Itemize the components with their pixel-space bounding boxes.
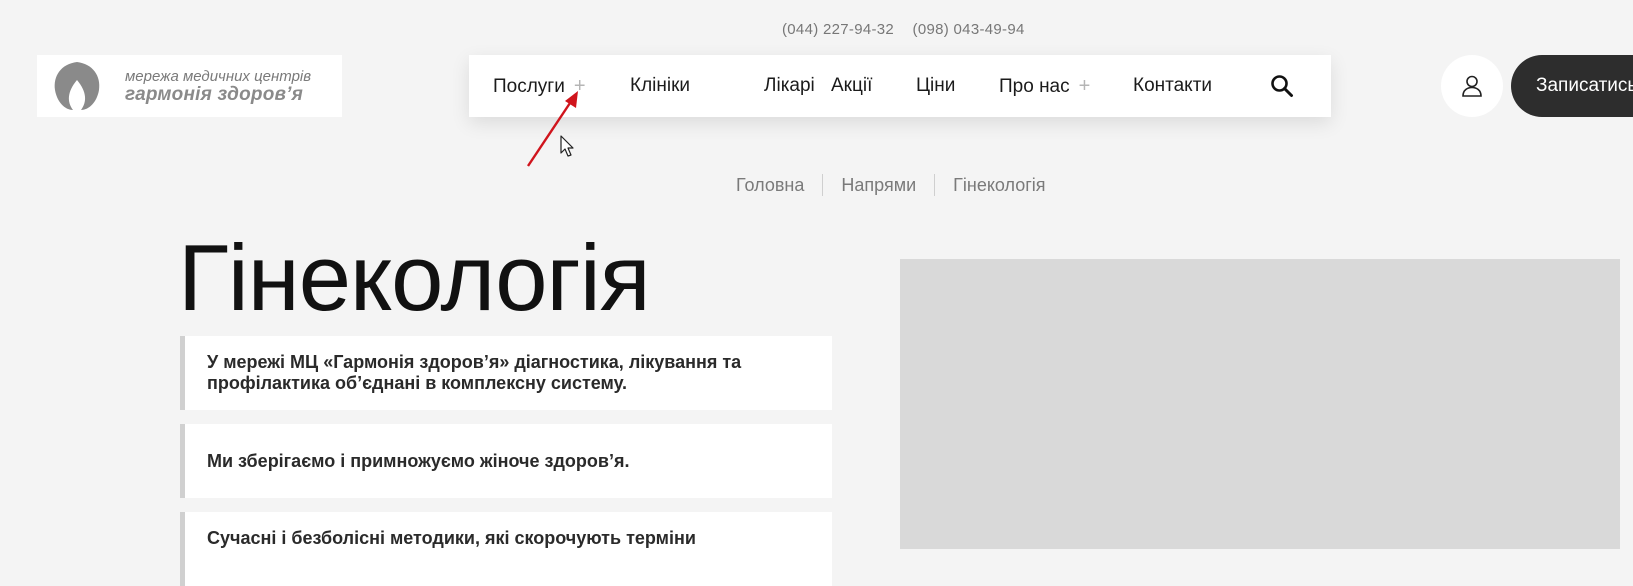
- nav-item-label: Контакти: [1133, 75, 1213, 96]
- nav-item-label: Про нас: [999, 75, 1070, 97]
- nav-item-services[interactable]: Послуги +: [493, 75, 586, 98]
- info-card-text: Сучасні і безболісні методики, які скоро…: [207, 528, 696, 548]
- breadcrumb-separator: [934, 174, 936, 196]
- nav-item-promotions[interactable]: Акції: [831, 75, 872, 97]
- info-card: Ми зберігаємо і примножуємо жіноче здоро…: [180, 424, 832, 498]
- user-icon: [1462, 75, 1482, 97]
- nav-item-about[interactable]: Про нас +: [999, 75, 1090, 98]
- book-button-label: Записатись: [1536, 75, 1633, 96]
- site-logo[interactable]: мережа медичних центрів гармонія здоров’…: [37, 55, 342, 117]
- plus-icon[interactable]: +: [1079, 75, 1091, 98]
- nav-item-contacts[interactable]: Контакти: [1133, 75, 1212, 97]
- info-card: У мережі МЦ «Гармонія здоров’я» діагност…: [180, 336, 832, 410]
- nav-item-label: Лікарі: [764, 75, 815, 96]
- info-card-text: У мережі МЦ «Гармонія здоров’я» діагност…: [207, 352, 742, 393]
- nav-item-label: Ціни: [916, 75, 956, 96]
- plus-icon[interactable]: +: [574, 75, 586, 98]
- nav-item-label: Клініки: [630, 75, 691, 96]
- breadcrumb: Головна Напрями Гінекологія: [736, 174, 1046, 196]
- nav-item-doctors[interactable]: Лікарі: [764, 75, 815, 97]
- nav-item-label: Послуги: [493, 75, 565, 97]
- nav-item-prices[interactable]: Ціни: [916, 75, 955, 97]
- nav-item-clinics[interactable]: Клініки: [630, 75, 690, 97]
- phone-number-1[interactable]: (044) 227-94-32: [782, 21, 894, 38]
- hero-image-placeholder: [900, 259, 1620, 549]
- phone-number-2[interactable]: (098) 043-49-94: [913, 21, 1025, 38]
- breadcrumb-separator: [822, 174, 824, 196]
- account-button[interactable]: [1441, 55, 1503, 117]
- breadcrumb-directions[interactable]: Напрями: [841, 175, 916, 196]
- info-card-text: Ми зберігаємо і примножуємо жіноче здоро…: [207, 450, 630, 471]
- breadcrumb-home[interactable]: Головна: [736, 175, 804, 196]
- logo-brand-name: гармонія здоров’я: [125, 84, 304, 105]
- page-title: Гінекологія: [178, 225, 651, 330]
- nav-item-label: Акції: [831, 75, 873, 96]
- book-appointment-button[interactable]: Записатись: [1511, 55, 1633, 117]
- search-icon[interactable]: [1269, 73, 1295, 99]
- mouse-cursor-icon: [560, 135, 574, 157]
- main-navigation: Послуги + Клініки Лікарі Акції Ціни Про …: [469, 55, 1331, 117]
- logo-drop-icon: [54, 62, 100, 110]
- breadcrumb-current: Гінекологія: [953, 174, 1046, 195]
- header-phones: (044) 227-94-32 (098) 043-49-94: [782, 21, 1039, 38]
- info-card: Сучасні і безболісні методики, які скоро…: [180, 512, 832, 586]
- logo-text: мережа медичних центрів гармонія здоров’…: [125, 68, 311, 104]
